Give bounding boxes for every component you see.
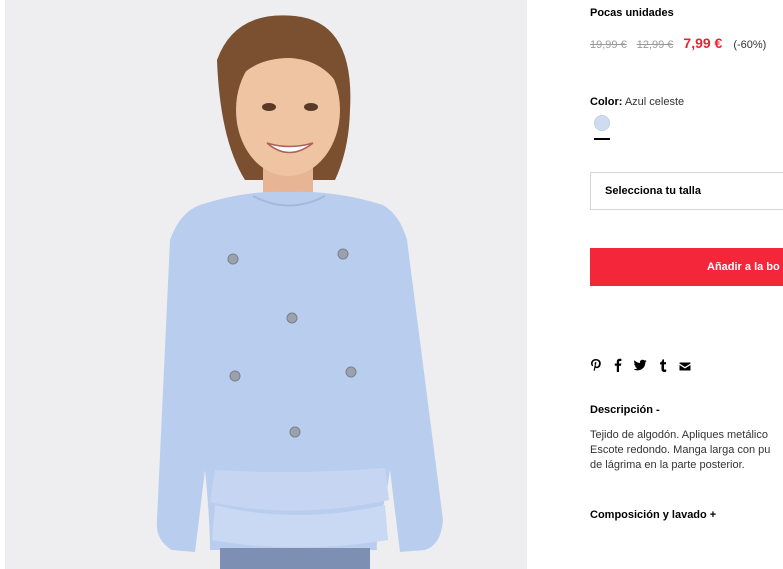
twitter-icon[interactable] — [633, 359, 647, 375]
discount-label: (-60%) — [733, 39, 767, 51]
description-line: Tejido de algodón. Apliques metálico — [590, 429, 768, 441]
add-to-bag-button[interactable]: Añadir a la bo — [590, 248, 783, 286]
description-line: de lágrima en la parte posterior. — [590, 459, 745, 471]
color-swatch-azul-celeste[interactable] — [594, 115, 610, 131]
price-original: 19,99 € — [590, 39, 627, 51]
facebook-icon[interactable] — [614, 358, 622, 376]
price-previous: 12,99 € — [636, 39, 674, 51]
mail-icon[interactable] — [679, 359, 691, 375]
price-current: 7,99 € — [683, 35, 723, 51]
pinterest-icon[interactable] — [590, 358, 602, 376]
composition-toggle[interactable]: Composición y lavado + — [590, 509, 716, 521]
product-info-panel: Pocas unidades 19,99 € 12,99 € 7,99 € (-… — [590, 0, 783, 569]
swatch-selected-indicator — [594, 138, 610, 140]
color-value: Azul celeste — [624, 96, 685, 108]
price-row: 19,99 € 12,99 € 7,99 € (-60%) — [590, 35, 766, 51]
description-text: Tejido de algodón. Apliques metálico Esc… — [590, 428, 783, 473]
color-row: Color: Azul celeste — [590, 96, 684, 108]
product-photo-illustration — [5, 0, 527, 569]
product-image[interactable] — [5, 0, 527, 569]
stock-label: Pocas unidades — [590, 7, 674, 19]
color-label: Color: — [590, 96, 623, 108]
description-toggle[interactable]: Descripción - — [590, 404, 660, 416]
description-line: Escote redondo. Manga larga con pu — [590, 444, 771, 456]
size-select[interactable]: Selecciona tu talla — [590, 172, 783, 210]
share-icons — [590, 358, 703, 376]
tumblr-icon[interactable] — [659, 358, 667, 376]
